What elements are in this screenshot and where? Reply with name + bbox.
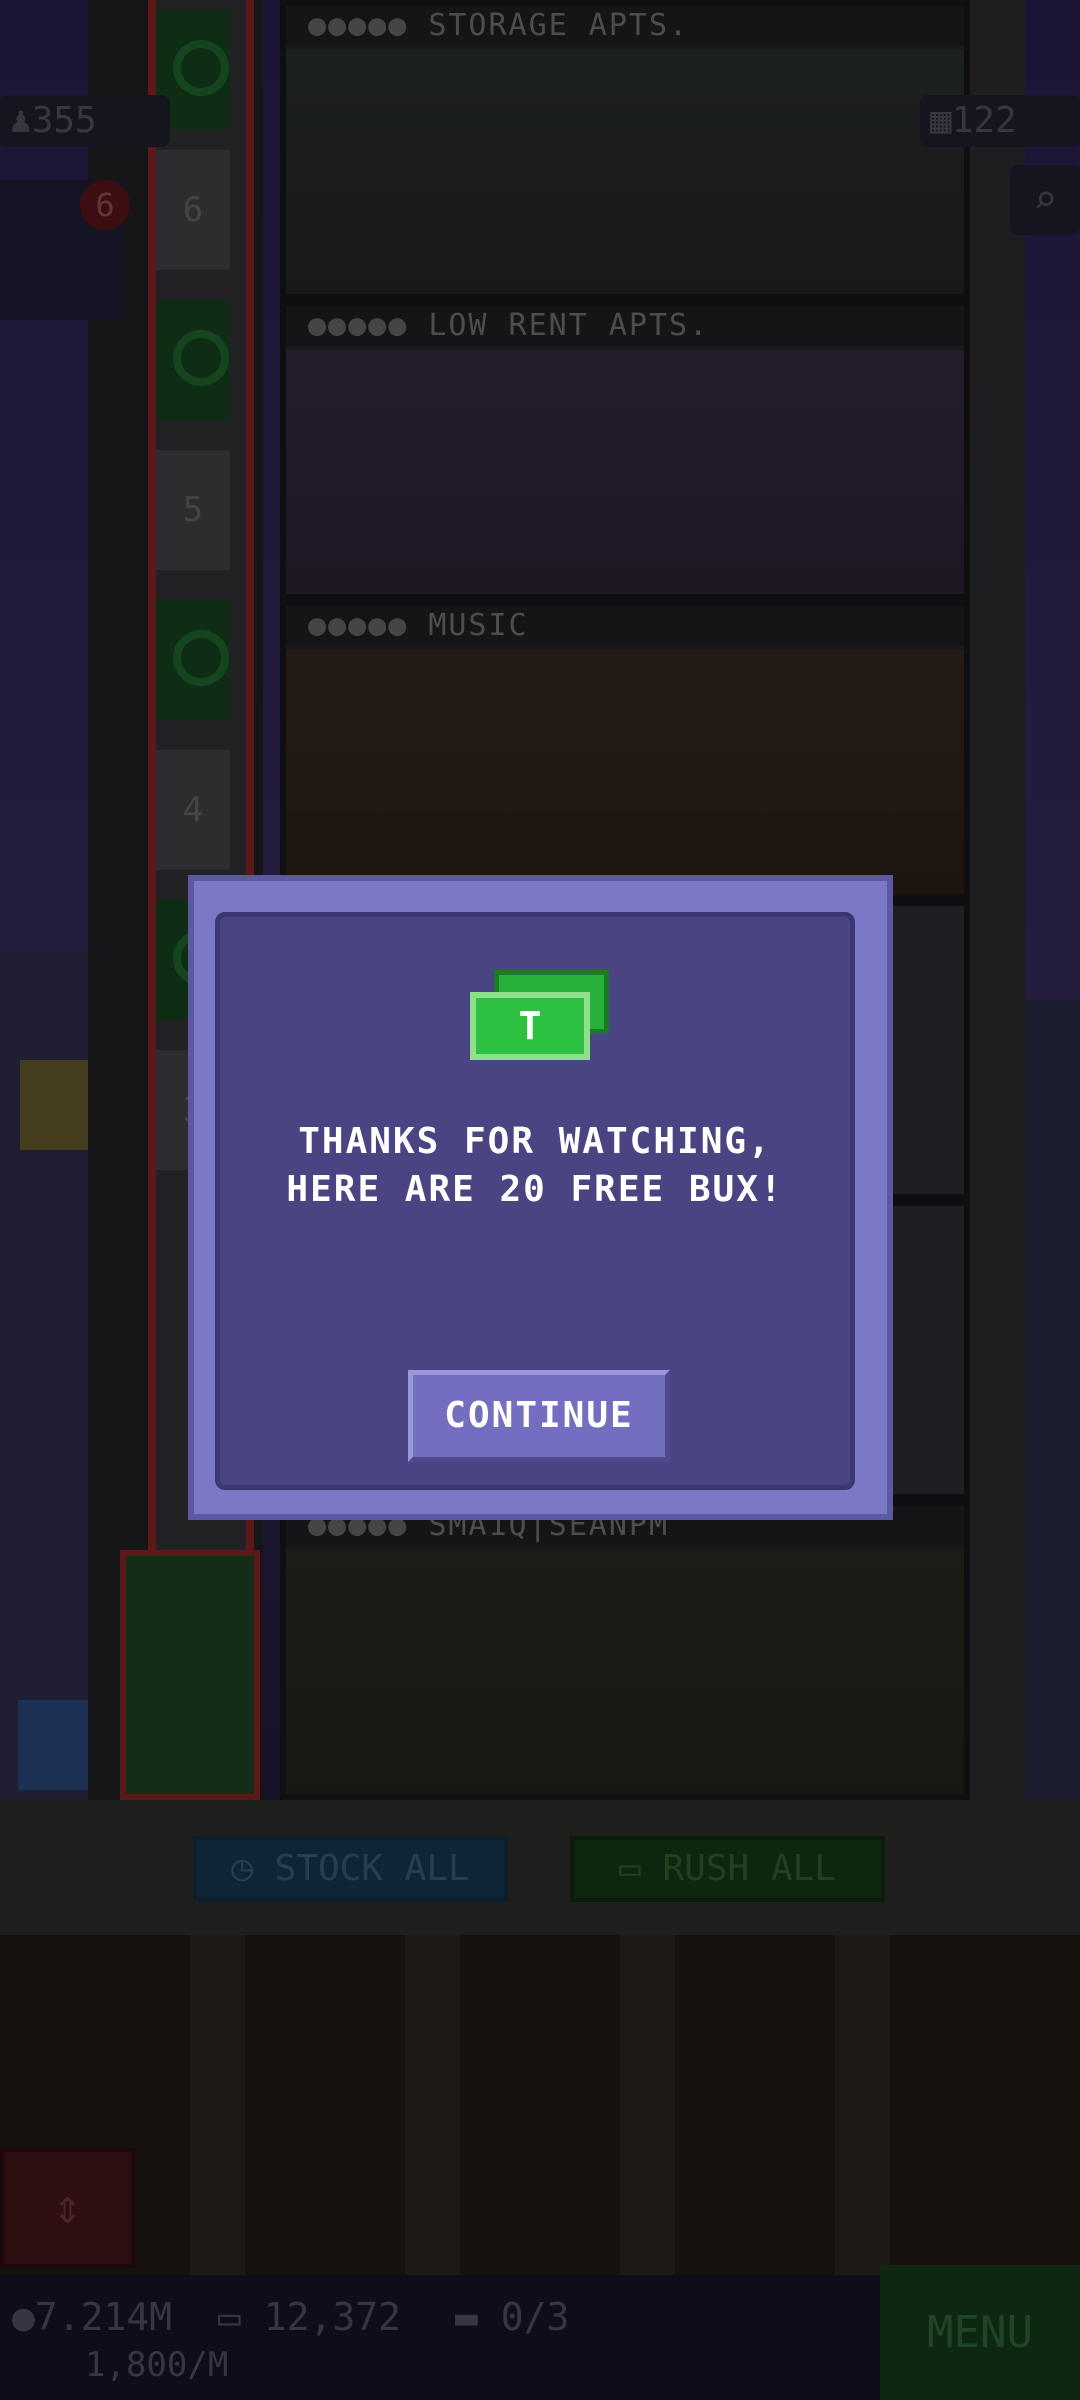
continue-button[interactable]: CONTINUE	[408, 1370, 670, 1462]
bux-icon	[470, 992, 590, 1060]
reward-message-line: THANKS FOR WATCHING,	[298, 1121, 772, 1162]
reward-message-line: HERE ARE 20 FREE BUX!	[286, 1169, 784, 1210]
reward-message: THANKS FOR WATCHING, HERE ARE 20 FREE BU…	[215, 1118, 855, 1214]
